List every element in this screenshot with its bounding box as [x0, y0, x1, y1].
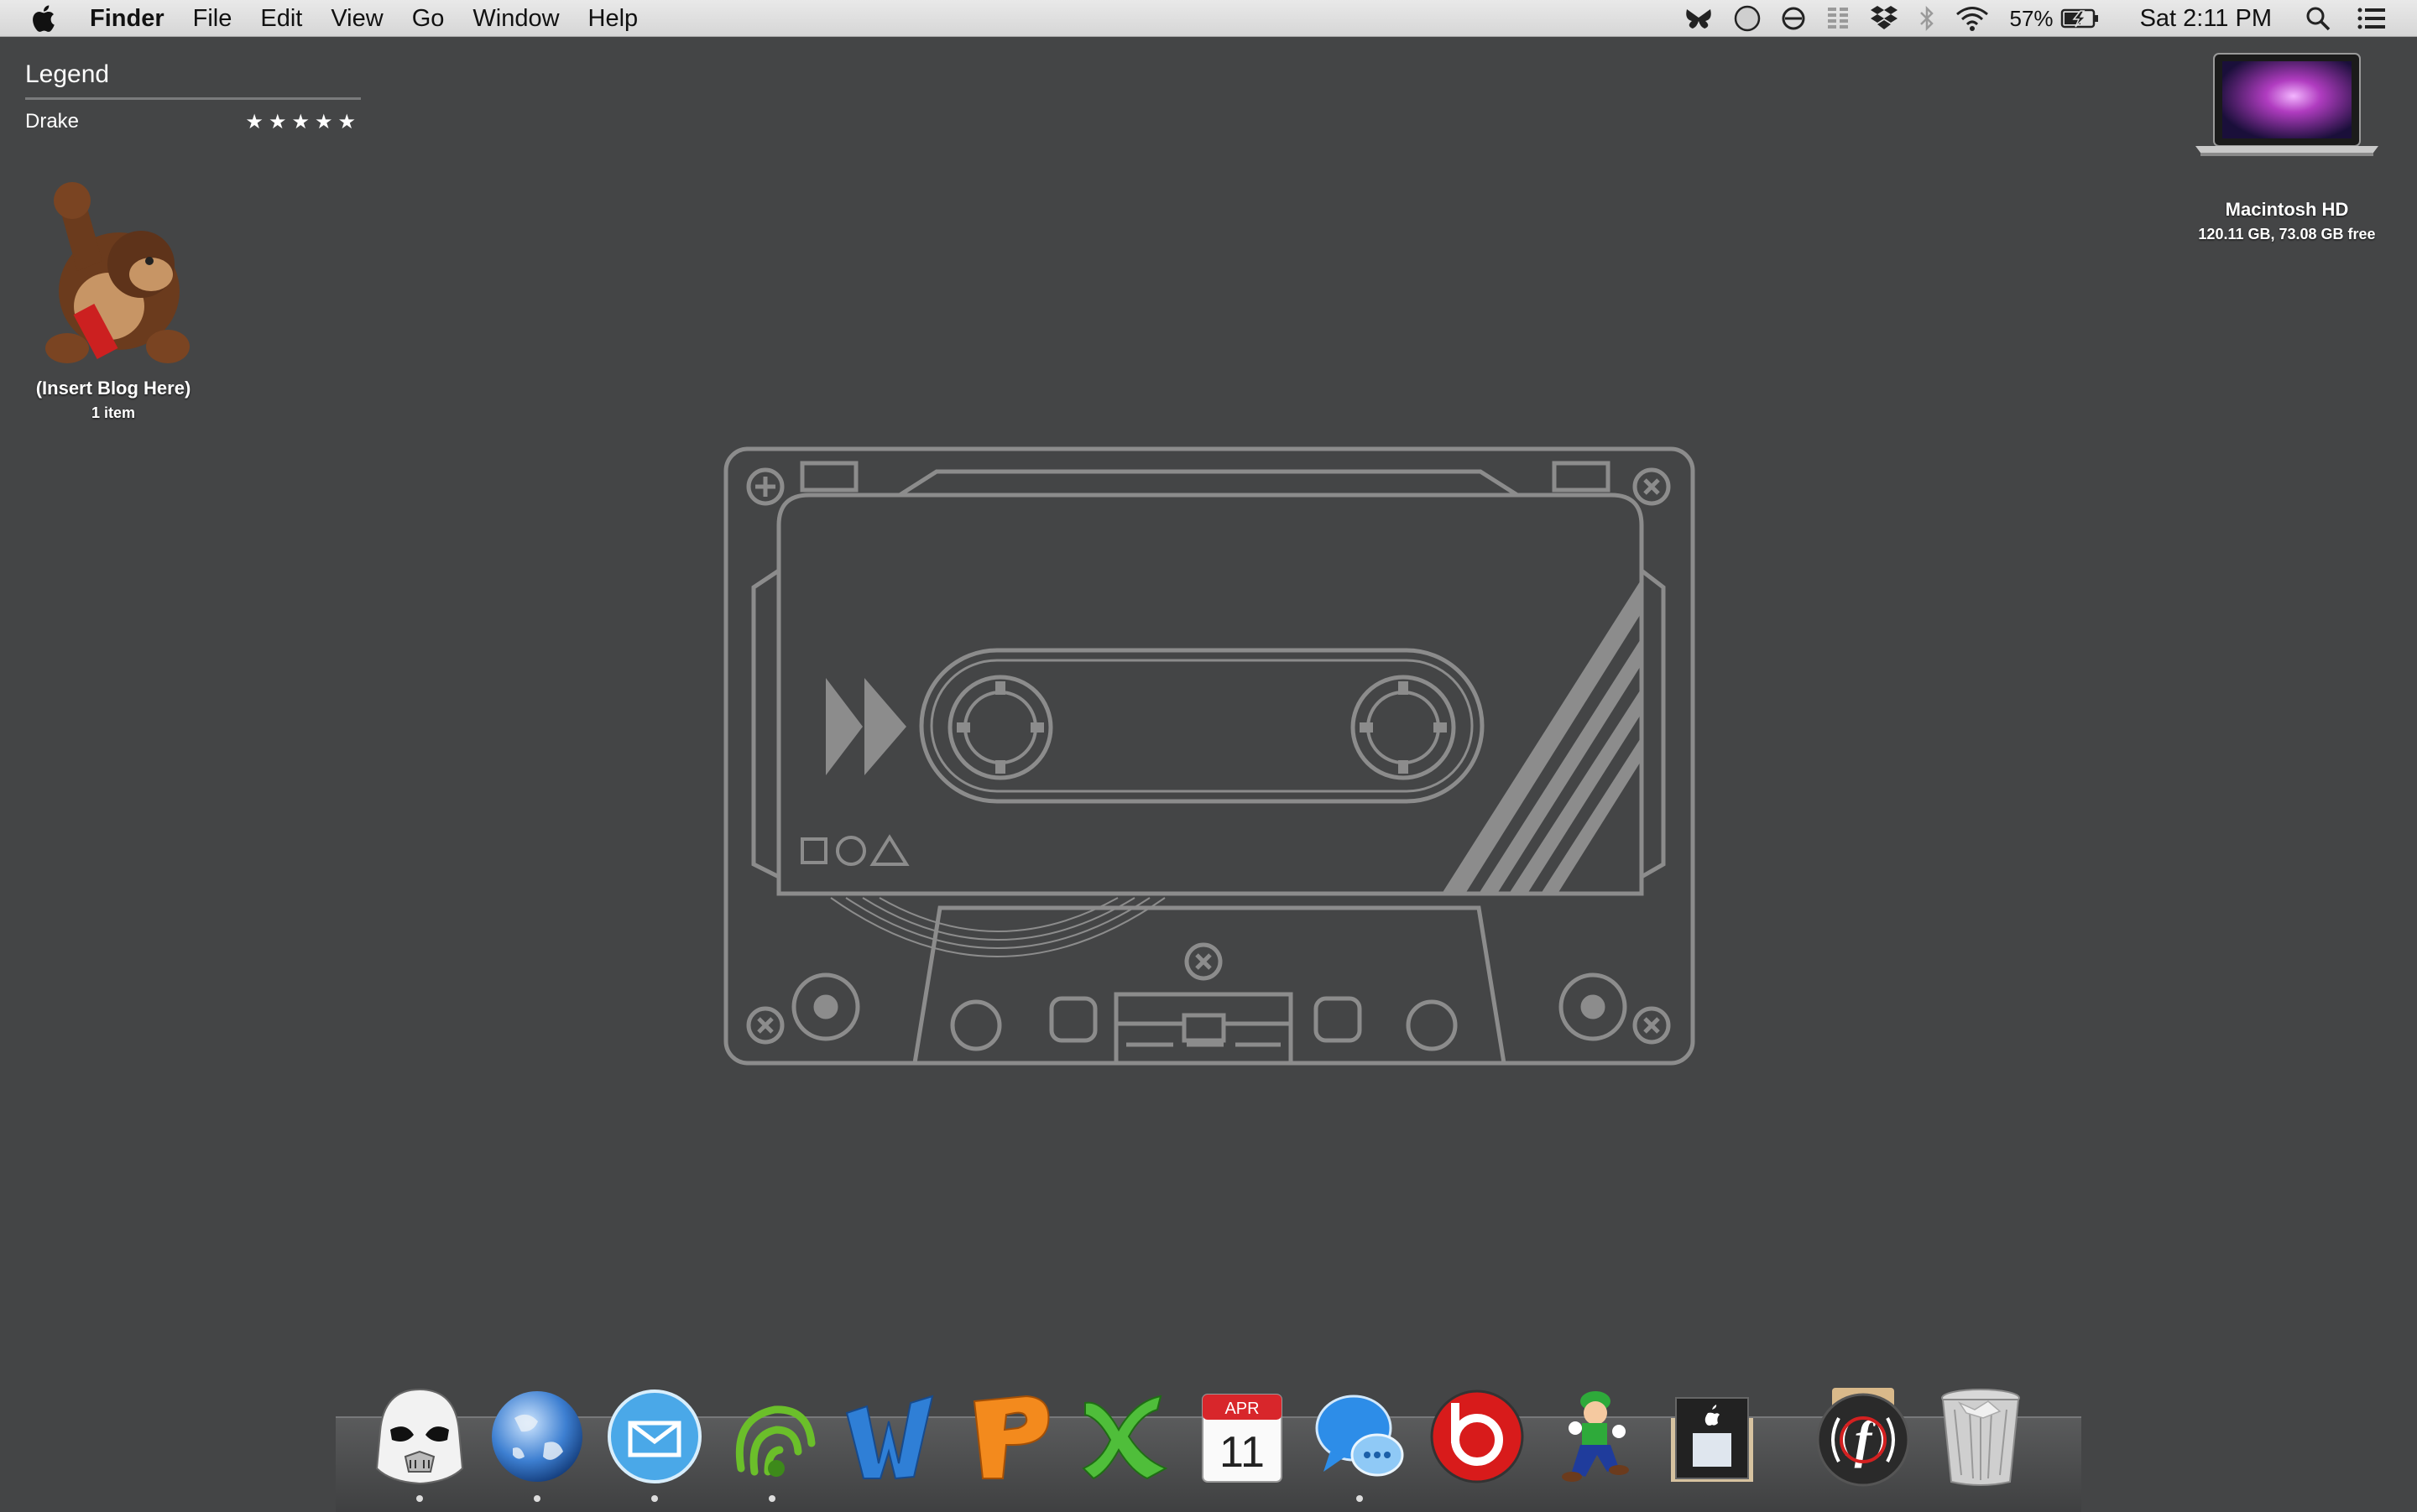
dock-item-beats[interactable] — [1418, 1376, 1536, 1502]
cassette-wallpaper — [723, 446, 1695, 1066]
running-indicator — [416, 1495, 423, 1502]
mailbox-app-icon — [608, 1389, 702, 1483]
menu-help[interactable]: Help — [574, 5, 653, 33]
desktop-folder[interactable]: (Insert Blog Here) 1 item — [17, 180, 210, 422]
clock[interactable]: Sat 2:11 PM — [2126, 5, 2286, 33]
butterfly-icon[interactable] — [1683, 6, 1715, 31]
word-icon — [845, 1395, 934, 1480]
wifi-icon[interactable] — [1955, 5, 1990, 32]
battery-percent: 57% — [2009, 5, 2054, 31]
spotlight-search-icon[interactable] — [2305, 5, 2331, 32]
widget-title: Legend — [25, 60, 110, 88]
do-not-disturb-icon[interactable] — [1780, 5, 1807, 32]
dock-item-calendar[interactable]: APR 11 — [1183, 1376, 1301, 1502]
running-indicator — [1356, 1495, 1363, 1502]
menu-go[interactable]: Go — [398, 5, 459, 33]
running-indicator — [651, 1495, 658, 1502]
widget-row-label: Drake — [25, 110, 80, 133]
calendar-icon: APR 11 — [1202, 1394, 1282, 1483]
dock-item-trash[interactable] — [1922, 1376, 2039, 1502]
dock-item-fanatic[interactable]: f — [1804, 1376, 1922, 1502]
green-swirl-app-icon — [735, 1405, 816, 1477]
desktop-drive[interactable]: Macintosh HD 120.11 GB, 73.08 GB free — [2169, 50, 2404, 243]
running-indicator — [534, 1495, 540, 1502]
dropbox-icon[interactable] — [1869, 4, 1899, 33]
menu-view[interactable]: View — [316, 5, 397, 33]
bluetooth-icon[interactable] — [1918, 4, 1936, 33]
fanatic-app-icon: f — [1816, 1388, 1910, 1487]
dock-item-globe[interactable] — [478, 1376, 596, 1502]
dock-item-mailbox[interactable] — [596, 1376, 713, 1502]
messages-icon — [1315, 1395, 1404, 1477]
luigi-icon — [1562, 1391, 1629, 1482]
trash-icon — [1941, 1389, 2020, 1486]
dock-item-apple-store[interactable] — [1653, 1376, 1771, 1502]
dock-item-powerpoint[interactable] — [948, 1376, 1066, 1502]
apple-store-icon — [1671, 1397, 1753, 1482]
excel-icon — [1082, 1395, 1168, 1480]
battery-charging-icon[interactable] — [2060, 6, 2101, 31]
dock-item-luigi[interactable] — [1536, 1376, 1653, 1502]
globe-icon — [492, 1391, 582, 1482]
calendar-month: APR — [1224, 1400, 1259, 1418]
dock-item-word[interactable] — [831, 1376, 948, 1502]
folder-subtitle: 1 item — [91, 404, 136, 421]
dock-item-green-swirl[interactable] — [713, 1376, 831, 1502]
menu-finder[interactable]: Finder — [76, 5, 179, 33]
menu-bar: Finder File Edit View Go Window Help 57% — [0, 0, 2417, 37]
calendar-day: 11 — [1219, 1428, 1265, 1477]
widget-row: Drake ★★★★★ — [25, 110, 361, 134]
dock-item-messages[interactable] — [1301, 1376, 1418, 1502]
stormtrooper-helmet-icon — [375, 1388, 464, 1485]
drive-subtitle: 120.11 GB, 73.08 GB free — [2198, 226, 2376, 242]
running-indicator — [769, 1495, 775, 1502]
donkey-kong-icon — [45, 182, 190, 363]
columns-icon[interactable] — [1825, 5, 1851, 32]
apple-icon[interactable] — [30, 4, 55, 33]
macbook-icon — [2195, 53, 2378, 156]
dock-item-excel[interactable] — [1066, 1376, 1183, 1502]
dock: APR 11 f — [361, 1376, 2039, 1502]
rating-widget: Legend Drake ★★★★★ — [25, 60, 361, 134]
star-rating: ★★★★★ — [245, 111, 361, 133]
menu-file[interactable]: File — [179, 5, 247, 33]
drive-label: Macintosh HD — [2225, 199, 2349, 220]
powerpoint-icon — [973, 1395, 1050, 1479]
notification-center-icon[interactable] — [2357, 6, 2387, 31]
widget-divider — [25, 97, 361, 100]
beats-icon — [1430, 1389, 1524, 1483]
dock-item-stormtrooper[interactable] — [361, 1376, 478, 1502]
record-circle-icon[interactable] — [1733, 4, 1762, 33]
folder-label: (Insert Blog Here) — [35, 378, 191, 399]
menu-window[interactable]: Window — [458, 5, 573, 33]
menu-edit[interactable]: Edit — [246, 5, 316, 33]
